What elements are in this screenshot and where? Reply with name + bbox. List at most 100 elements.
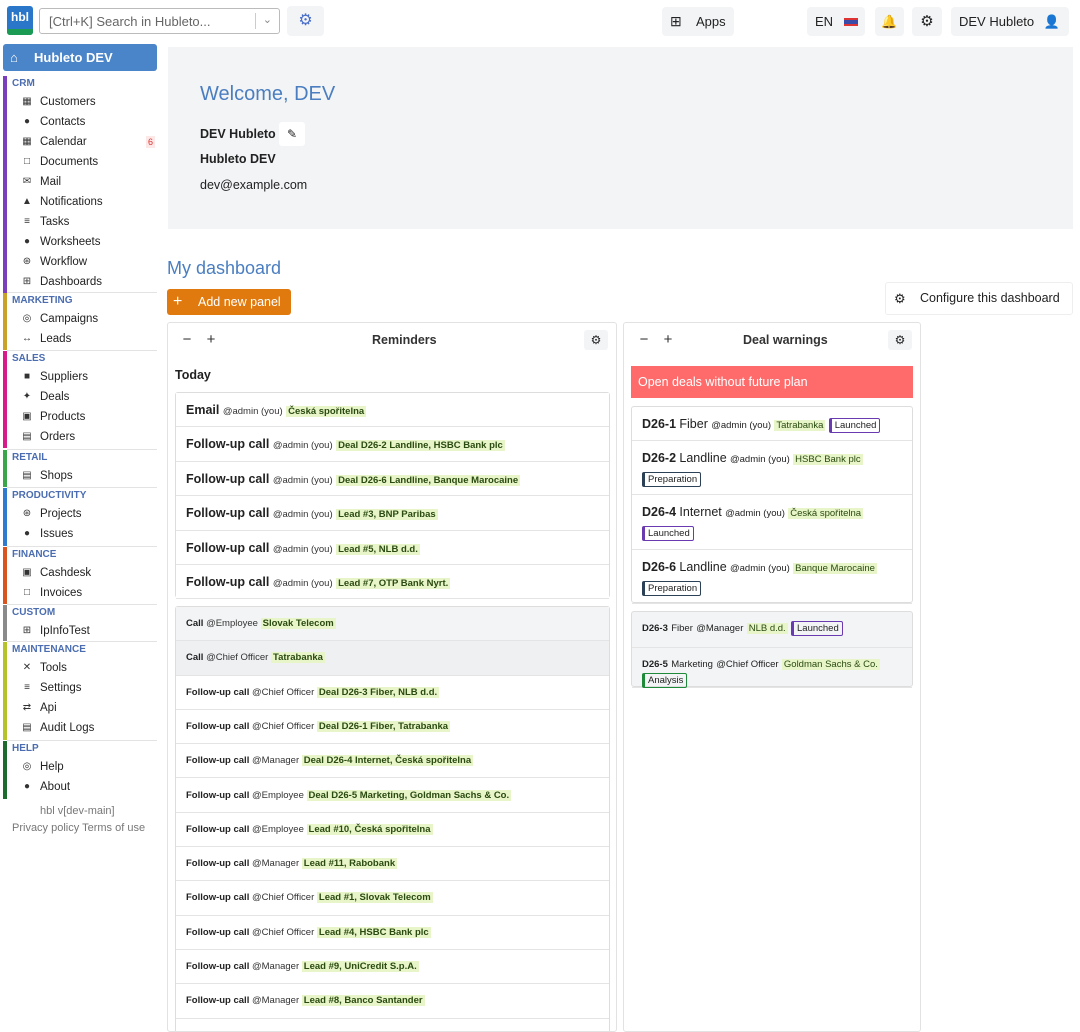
reminder-row[interactable]: Call @Chief Officer Tatrabanka xyxy=(176,641,609,676)
reminder-row[interactable]: Follow-up call @Manager Deal D26-4 Inter… xyxy=(176,744,609,779)
reminder-row[interactable]: Follow-up call @admin (you) Deal D26-6 L… xyxy=(176,461,609,497)
sidebar-item-settings[interactable]: ≡ Settings xyxy=(7,678,157,698)
sidebar-item-campaigns[interactable]: ◎ Campaigns xyxy=(7,309,157,329)
sidebar-item-cashdesk[interactable]: ▣ Cashdesk xyxy=(7,563,157,583)
gear-icon[interactable]: ⚙ xyxy=(584,330,608,350)
notifications-button[interactable]: 🔔 xyxy=(875,7,904,36)
sidebar-item-audit-logs[interactable]: ▤ Audit Logs xyxy=(7,718,157,738)
deal-row[interactable]: D26-5 Marketing @Chief Officer Goldman S… xyxy=(632,648,912,688)
reminder-reference[interactable]: Tatrabanka xyxy=(270,652,325,664)
reminder-row[interactable]: Follow-up call @Employee Lead #10, Česká… xyxy=(176,812,609,848)
reminder-row[interactable]: Follow-up call @Chief Officer Lead #1, S… xyxy=(176,881,609,916)
language-button[interactable]: EN xyxy=(807,7,865,36)
add-panel-button[interactable]: + Add new panel xyxy=(167,289,291,315)
sidebar-home[interactable]: ⌂ Hubleto DEV xyxy=(3,44,157,71)
sidebar-item-products[interactable]: ▣ Products xyxy=(7,407,157,427)
sidebar-item-suppliers[interactable]: ■ Suppliers xyxy=(7,367,157,387)
gear-icon[interactable]: ⚙ xyxy=(888,330,912,350)
deal-row[interactable]: D26-6 Landline @admin (you) Banque Maroc… xyxy=(632,550,912,604)
sidebar-item-projects[interactable]: ⊛ Projects xyxy=(7,504,157,524)
reminder-reference[interactable]: Lead #8, Banco Santander xyxy=(301,995,425,1007)
sidebar-item-notifications[interactable]: ▲ Notifications xyxy=(7,192,157,212)
sidebar-item-api[interactable]: ⇄ Api xyxy=(7,698,157,718)
reminder-reference[interactable]: Deal D26-3 Fiber, NLB d.d. xyxy=(316,686,440,698)
deal-row[interactable]: D26-1 Fiber @admin (you) Tatrabanka Laun… xyxy=(632,407,912,441)
sidebar-item-invoices[interactable]: □ Invoices xyxy=(7,583,157,603)
sidebar-item-mail[interactable]: ✉ Mail xyxy=(7,172,157,192)
sidebar-item-documents[interactable]: □ Documents xyxy=(7,152,157,172)
reminder-row[interactable]: Follow-up call @admin (you) Lead #3, BNP… xyxy=(176,496,609,531)
privacy-policy-link[interactable]: Privacy policy xyxy=(12,822,79,834)
reminder-reference[interactable]: Deal D26-5 Marketing, Goldman Sachs & Co… xyxy=(306,789,512,801)
sidebar-item-leads[interactable]: ↔ Leads xyxy=(7,329,157,349)
reminder-reference[interactable]: Lead #5, NLB d.d. xyxy=(336,543,420,555)
sidebar-item-tasks[interactable]: ≡ Tasks xyxy=(7,212,157,232)
reminder-reference[interactable]: Deal D26-6 Landline, Banque Marocaine xyxy=(336,474,521,486)
expand-icon[interactable]: + xyxy=(656,330,680,350)
user-menu-button[interactable]: DEV Hubleto 👤 xyxy=(951,7,1069,36)
reminder-reference[interactable]: Lead #4, HSBC Bank plc xyxy=(316,926,431,938)
reminder-row[interactable]: Follow-up call @Manager Lead #11, Raboba… xyxy=(176,847,609,882)
reminder-reference[interactable]: Lead #3, BNP Paribas xyxy=(336,509,438,521)
reminder-reference[interactable]: Slovak Telecom xyxy=(260,618,336,629)
reminder-row[interactable]: Email @admin (you) Česká spořitelna xyxy=(176,393,609,428)
reminder-reference[interactable]: Česká spořitelna xyxy=(286,406,367,417)
reminder-row[interactable]: Follow-up call @Manager Lead #9, UniCred… xyxy=(176,950,609,985)
configure-dashboard-button[interactable]: ⚙ Configure this dashboard xyxy=(885,282,1073,315)
sidebar-item-ipinfotest[interactable]: ⊞ IpInfoTest xyxy=(7,621,157,641)
search-input[interactable]: [Ctrl+K] Search in Hubleto... ⌄ xyxy=(39,8,280,34)
robot-icon[interactable]: ⚙ xyxy=(287,6,324,36)
settings-button[interactable]: ⚙ xyxy=(912,7,942,36)
sidebar-item-tools[interactable]: ✕ Tools xyxy=(7,658,157,678)
reminder-row[interactable]: Follow-up call @admin (you) Deal D26-2 L… xyxy=(176,427,609,462)
reminder-row[interactable]: Follow-up call @Chief Officer Deal D26-1… xyxy=(176,709,609,745)
reminder-row[interactable]: Follow-up call @Chief Officer Deal D26-3… xyxy=(176,675,609,710)
deal-row[interactable]: D26-2 Landline @admin (you) HSBC Bank pl… xyxy=(632,441,912,495)
chevron-down-icon[interactable]: ⌄ xyxy=(263,13,272,26)
reminder-reference[interactable]: Deal D26-2 Landline, HSBC Bank plc xyxy=(336,440,505,452)
sidebar-item-dashboards[interactable]: ⊞ Dashboards xyxy=(7,272,157,292)
terms-of-use-link[interactable]: Terms of use xyxy=(82,822,145,834)
sidebar-item-orders[interactable]: ▤ Orders xyxy=(7,427,157,447)
expand-icon[interactable]: + xyxy=(199,330,223,350)
sidebar-item-shops[interactable]: ▤ Shops xyxy=(7,466,157,486)
deal-row[interactable]: D26-3 Fiber @Manager NLB d.d. Launched xyxy=(632,612,912,648)
reminder-row[interactable]: Follow-up call @Manager Lead #8, Banco S… xyxy=(176,984,609,1019)
apps-button[interactable]: ⊞ Apps xyxy=(662,7,734,36)
reminder-row[interactable]: Call @Employee Slovak Telecom xyxy=(176,607,609,642)
reminder-row[interactable]: Follow-up call @admin (you) Lead #5, NLB… xyxy=(176,530,609,565)
deal-company[interactable]: Banque Marocaine xyxy=(793,563,877,574)
reminder-reference[interactable]: Deal D26-1 Fiber, Tatrabanka xyxy=(316,720,451,732)
sidebar-item-workflow[interactable]: ⊛ Workflow xyxy=(7,252,157,272)
reminder-reference[interactable]: Lead #10, Česká spořitelna xyxy=(306,823,433,835)
sidebar-item-contacts[interactable]: ● Contacts xyxy=(7,112,157,132)
deal-company[interactable]: Goldman Sachs & Co. xyxy=(781,659,880,670)
configure-dashboard-label: Configure this dashboard xyxy=(920,291,1060,305)
reminder-row[interactable]: Follow-up call @admin (you) Lead #7, OTP… xyxy=(176,565,609,600)
reminder-row[interactable]: Follow-up call @Chief Officer Lead #4, H… xyxy=(176,915,609,950)
reminder-reference[interactable]: Deal D26-4 Internet, Česká spořitelna xyxy=(301,755,474,767)
sidebar-item-help[interactable]: ◎ Help xyxy=(7,757,157,777)
receipt-icon: ▤ xyxy=(22,431,32,442)
pencil-icon[interactable]: ✎ xyxy=(279,122,305,146)
reminder-reference[interactable]: Lead #7, OTP Bank Nyrt. xyxy=(336,578,451,589)
deal-company[interactable]: Tatrabanka xyxy=(774,420,826,431)
collapse-icon[interactable]: − xyxy=(175,330,199,350)
sidebar-item-about[interactable]: ● About xyxy=(7,777,157,797)
reminder-reference[interactable]: Lead #1, Slovak Telecom xyxy=(316,892,433,904)
sidebar-item-worksheets[interactable]: ● Worksheets xyxy=(7,232,157,252)
reminder-reference[interactable]: Lead #9, UniCredit S.p.A. xyxy=(301,961,419,972)
reminder-reference[interactable]: Lead #11, Rabobank xyxy=(301,858,398,870)
sidebar-item-calendar[interactable]: ▦ Calendar 6 xyxy=(7,132,157,152)
sidebar-item-issues[interactable]: ● Issues xyxy=(7,524,157,544)
deal-company[interactable]: NLB d.d. xyxy=(746,623,788,634)
collapse-icon[interactable]: − xyxy=(632,330,656,350)
hubleto-logo[interactable]: hbl xyxy=(7,6,33,35)
sidebar-item-deals[interactable]: ✦ Deals xyxy=(7,387,157,407)
sidebar-item-customers[interactable]: ▦ Customers xyxy=(7,92,157,112)
deal-company[interactable]: Česká spořitelna xyxy=(788,508,864,519)
reminder-row[interactable]: Follow-up call @Employee Deal D26-5 Mark… xyxy=(176,778,609,813)
deal-company[interactable]: HSBC Bank plc xyxy=(793,454,863,465)
deal-row[interactable]: D26-4 Internet @admin (you) Česká spořit… xyxy=(632,495,912,550)
sidebar-group-help: HELP ◎ Help ● About xyxy=(3,741,158,799)
